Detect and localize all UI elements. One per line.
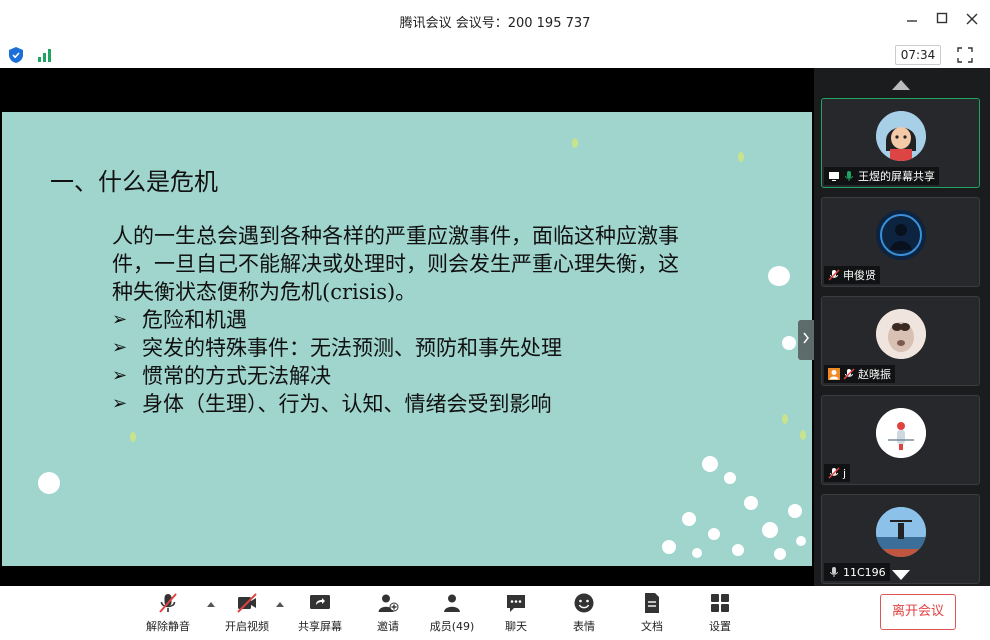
bullet-arrow-icon: ➢ [112, 309, 128, 330]
participant-tile[interactable]: j [821, 395, 980, 485]
shared-screen: 一、什么是危机 人的一生总会遇到各种各样的严重应激事件，面临这种应激事件，一旦自… [2, 68, 814, 586]
presentation-slide: 一、什么是危机 人的一生总会遇到各种各样的严重应激事件，面临这种应激事件，一旦自… [2, 112, 812, 566]
chat-icon [507, 595, 525, 612]
fullscreen-icon[interactable] [957, 47, 973, 63]
participant-tile[interactable]: 赵晓振 [821, 296, 980, 386]
maximize-button[interactable] [932, 10, 952, 30]
signal-strength-icon[interactable] [37, 47, 53, 63]
chevron-right-icon [803, 332, 809, 344]
status-bar: 07:34 [0, 42, 990, 68]
participant-label: 王煜的屏幕共享 [824, 167, 939, 185]
participant-name: 申俊贤 [843, 269, 876, 282]
video-off-icon [237, 593, 257, 613]
participant-name: 赵晓振 [858, 368, 891, 381]
video-options-icon[interactable] [276, 602, 284, 607]
microphone-muted-icon [159, 593, 177, 613]
avatar [876, 111, 926, 161]
reactions-label: 表情 [573, 620, 595, 633]
avatar [876, 408, 926, 458]
invite-user-icon [378, 594, 399, 612]
bullet-arrow-icon: ➢ [112, 365, 128, 386]
microphone-muted-icon [828, 269, 840, 281]
participant-name: 王煜的屏幕共享 [858, 170, 935, 183]
slide-bullet: ➢ 身体（生理）、行为、认知、情绪会受到影响 [112, 392, 552, 416]
participant-label: j [824, 464, 851, 482]
bullet-arrow-icon: ➢ [112, 393, 128, 414]
slide-bullet: ➢ 惯常的方式无法解决 [112, 364, 331, 388]
slide-heading: 一、什么是危机 [50, 168, 218, 196]
minimize-button[interactable] [902, 10, 922, 30]
main-area: 一、什么是危机 人的一生总会遇到各种各样的严重应激事件，面临这种应激事件，一旦自… [0, 68, 990, 586]
emoji-icon [574, 593, 594, 613]
reactions-button[interactable]: 表情 [554, 592, 614, 636]
members-icon [444, 594, 460, 612]
members-label: 成员(49) [429, 620, 475, 633]
microphone-muted-icon [828, 467, 840, 479]
close-icon [966, 13, 978, 25]
screen-share-icon [829, 172, 839, 181]
participant-panel: 王煜的屏幕共享 申俊贤 赵晓振 j 11C196 [814, 68, 990, 586]
document-icon [645, 593, 659, 613]
settings-grid-icon [711, 594, 729, 612]
slide-bullet: ➢ 危险和机遇 [112, 308, 247, 332]
participant-name: 11C196 [843, 565, 886, 579]
slide-bullet: ➢ 突发的特殊事件：无法预测、预防和事先处理 [112, 336, 562, 360]
documents-button[interactable]: 文档 [622, 592, 682, 636]
start-video-label: 开启视频 [225, 620, 269, 633]
microphone-icon [845, 171, 853, 181]
meeting-toolbar: 解除静音 开启视频 共享屏幕 邀请 成员(49) 聊天 表情 文档 设置 离开会… [0, 586, 990, 640]
meeting-window: 腾讯会议 会议号：200 195 737 07:34 一、什么是危机 人的一生总… [0, 0, 990, 640]
participant-tile[interactable]: 申俊贤 [821, 197, 980, 287]
participant-label: 11C196 [824, 563, 890, 581]
minimize-icon [907, 20, 917, 22]
scroll-down-icon[interactable] [892, 570, 910, 580]
title-bar: 腾讯会议 会议号：200 195 737 [0, 0, 990, 42]
settings-button[interactable]: 设置 [690, 592, 750, 636]
unmute-button[interactable]: 解除静音 [138, 592, 198, 636]
user-badge-icon [828, 368, 840, 380]
leave-meeting-button[interactable]: 离开会议 [880, 594, 956, 630]
invite-button[interactable]: 邀请 [358, 592, 418, 636]
participant-tile[interactable]: 王煜的屏幕共享 [821, 98, 980, 188]
participant-label: 申俊贤 [824, 266, 880, 284]
slide-bullet-list: ➢ 危险和机遇 ➢ 突发的特殊事件：无法预测、预防和事先处理 ➢ 惯常的方式无法解决 … [112, 306, 562, 418]
meeting-timer: 07:34 [895, 45, 941, 65]
bullet-arrow-icon: ➢ [112, 337, 128, 358]
collapse-panel-handle[interactable] [798, 320, 814, 360]
slide-paragraph: 人的一生总会遇到各种各样的严重应激事件，面临这种应激事件，一旦自己不能解决或处理… [112, 224, 679, 304]
avatar [876, 507, 926, 557]
share-screen-label: 共享屏幕 [298, 620, 342, 633]
start-video-button[interactable]: 开启视频 [217, 592, 277, 636]
avatar [876, 210, 926, 260]
unmute-label: 解除静音 [146, 620, 190, 633]
security-shield-icon[interactable] [8, 46, 24, 64]
window-title: 腾讯会议 会议号：200 195 737 [399, 16, 591, 31]
audio-options-icon[interactable] [207, 602, 215, 607]
maximize-icon [936, 12, 948, 24]
microphone-muted-icon [843, 368, 855, 380]
close-button[interactable] [962, 10, 982, 30]
microphone-icon [830, 567, 838, 577]
scroll-up-icon[interactable] [892, 80, 910, 90]
documents-label: 文档 [641, 620, 663, 633]
participant-name: j [843, 466, 847, 480]
participant-label: 赵晓振 [824, 365, 895, 383]
share-screen-icon [310, 595, 330, 609]
invite-label: 邀请 [377, 620, 399, 633]
avatar [876, 309, 926, 359]
members-button[interactable]: 成员(49) [422, 592, 482, 636]
chat-label: 聊天 [505, 620, 527, 633]
settings-label: 设置 [709, 620, 731, 633]
chat-button[interactable]: 聊天 [486, 592, 546, 636]
share-screen-button[interactable]: 共享屏幕 [290, 592, 350, 636]
